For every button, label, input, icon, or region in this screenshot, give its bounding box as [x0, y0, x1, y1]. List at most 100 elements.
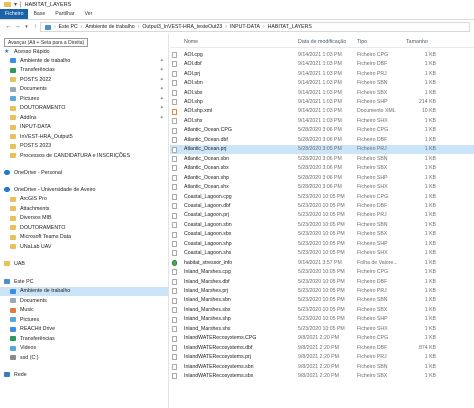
- breadcrumb[interactable]: › Este PC › Ambiente de trabalho › Outpu…: [40, 22, 470, 32]
- sidebar-item[interactable]: OneDrive - Personal: [0, 168, 168, 178]
- sidebar-item[interactable]: Transferências: [0, 334, 168, 344]
- sidebar-item[interactable]: Ambiente de trabalho ✦: [0, 56, 168, 66]
- column-header-size[interactable]: Tamanho: [406, 39, 428, 45]
- file-row[interactable]: AOI.sbx 9/14/2021 1:03 PM Ficheiro SBX 1 KB: [170, 88, 474, 97]
- sidebar-item[interactable]: Rede: [0, 370, 168, 380]
- sidebar-item[interactable]: POSTS 2022 ✦: [0, 75, 168, 85]
- file-row[interactable]: Atlantic_Ocean.CPG 5/28/2020 3:06 PM Fiche…: [170, 126, 474, 135]
- quick-access-dropdown-icon[interactable]: ▾: [14, 2, 17, 8]
- file-date: 9/14/2021 1:03 PM: [298, 99, 342, 106]
- file-type: Ficheiro SHX: [357, 117, 388, 124]
- file-size: 10 KB: [421, 108, 436, 115]
- recent-dropdown-icon[interactable]: ▾: [22, 24, 31, 30]
- sidebar-item[interactable]: INPUT-DATA: [0, 123, 168, 133]
- file-row[interactable]: InlandWATERecosystems.sbx 9/8/2021 2:20 P…: [170, 371, 474, 380]
- sidebar-item[interactable]: AddIns ✦: [0, 113, 168, 123]
- chevron-right-icon[interactable]: ›: [263, 24, 265, 30]
- file-row[interactable]: Atlantic_Ocean.dbf 5/28/2020 3:06 PM Fiche…: [170, 135, 474, 144]
- sidebar-item[interactable]: Attachments: [0, 204, 168, 214]
- file-size: 1 KB: [424, 231, 436, 238]
- file-row[interactable]: Coastal_Lagoon.shp 5/23/2020 10:05 PM Fich…: [170, 239, 474, 248]
- sidebar-item[interactable]: InVEST-HRA_Output5: [0, 132, 168, 142]
- file-name: Coastal_Lagoon.prj: [184, 212, 229, 219]
- file-row[interactable]: Inland_Marshes.prj 5/23/2020 10:05 PM Fich…: [170, 286, 474, 295]
- sidebar-item[interactable]: DOUTORAMENTO ✦: [0, 104, 168, 114]
- tab-ficheiro[interactable]: Ficheiro: [0, 9, 29, 19]
- file-row[interactable]: Inland_Marshes.dbf 5/23/2020 10:05 PM Fich…: [170, 277, 474, 286]
- file-type: Ficheiro SHX: [357, 325, 388, 332]
- sidebar-item[interactable]: ArcGIS Pro: [0, 195, 168, 205]
- file-row[interactable]: AOI.shp 9/14/2021 1:03 PM Ficheiro SHP 214 …: [170, 97, 474, 106]
- file-row[interactable]: Inland_Marshes.sbn 5/23/2020 10:05 PM Fich…: [170, 296, 474, 305]
- file-row[interactable]: Atlantic_Ocean.shp 5/28/2020 3:06 PM Fiche…: [170, 173, 474, 182]
- file-date: 5/23/2020 10:05 PM: [298, 316, 345, 323]
- file-row[interactable]: InlandWATERecosystems.dbf 9/8/2021 2:20 P…: [170, 343, 474, 352]
- sidebar-item[interactable]: Pictures ✦: [0, 94, 168, 104]
- crumb-este-pc[interactable]: Este PC: [59, 24, 78, 30]
- folder-icon: [10, 134, 16, 140]
- sidebar-item[interactable]: Este PC: [0, 277, 168, 287]
- file-row[interactable]: Inland_Marshes.cpg 5/23/2020 10:05 PM Fich…: [170, 267, 474, 276]
- crumb-input-data[interactable]: INPUT-DATA: [230, 24, 260, 30]
- sidebar-item[interactable]: Ambiente de trabalho: [0, 286, 168, 297]
- column-header-name[interactable]: Nome: [184, 39, 198, 45]
- sidebar-item[interactable]: UNaLab UAV: [0, 242, 168, 252]
- chevron-right-icon[interactable]: ›: [81, 24, 83, 30]
- sidebar-item[interactable]: Diversos MIB: [0, 214, 168, 224]
- sidebar-item[interactable]: Documents: [0, 296, 168, 306]
- file-row[interactable]: Inland_Marshes.shx 5/23/2020 10:05 PM Fich…: [170, 324, 474, 333]
- chevron-right-icon[interactable]: ›: [54, 24, 56, 30]
- file-row[interactable]: Coastal_Lagoon.sbx 5/23/2020 10:05 PM Fich…: [170, 230, 474, 239]
- file-row[interactable]: Atlantic_Ocean.sbn 5/28/2020 3:06 PM Fiche…: [170, 154, 474, 163]
- file-row[interactable]: AOI.shx 9/14/2021 1:03 PM Ficheiro SHX 1 KB: [170, 116, 474, 125]
- file-row[interactable]: Coastal_Lagoon.dbf 5/23/2020 10:05 PM Fich…: [170, 201, 474, 210]
- file-row[interactable]: Atlantic_Ocean.shx 5/28/2020 3:06 PM Fiche…: [170, 182, 474, 191]
- sidebar-item[interactable]: Transferências ✦: [0, 66, 168, 76]
- sidebar-item[interactable]: Processos de CANDIDATURA e INSCRIÇÕES: [0, 151, 168, 161]
- file-row[interactable]: AOI.shp.xml 9/14/2021 1:03 PM Documento XM…: [170, 107, 474, 116]
- file-row[interactable]: InlandWATERecosystems.sbn 9/8/2021 2:20 P…: [170, 362, 474, 371]
- tab-partilhar[interactable]: Partilhar: [50, 9, 79, 19]
- tab-ver[interactable]: Ver: [80, 9, 98, 19]
- sidebar-item[interactable]: POSTS 2023: [0, 142, 168, 152]
- sidebar-item[interactable]: REACHit Drive: [0, 325, 168, 335]
- sidebar-item[interactable]: Pictures: [0, 315, 168, 325]
- file-row[interactable]: Coastal_Lagoon.sbn 5/23/2020 10:05 PM Fich…: [170, 220, 474, 229]
- file-row[interactable]: AOI.prj 9/14/2021 1:03 PM Ficheiro PRJ 1 KB: [170, 69, 474, 78]
- title-bar: ▾ | HABITAT_LAYERS: [0, 0, 474, 9]
- up-arrow-icon[interactable]: ↑: [31, 23, 40, 31]
- file-row[interactable]: Inland_Marshes.sbx 5/23/2020 10:05 PM Fich…: [170, 305, 474, 314]
- sidebar-item[interactable]: ssd (C:): [0, 353, 168, 363]
- crumb-ambiente-de-trabalho[interactable]: Ambiente de trabalho: [85, 24, 134, 30]
- file-row[interactable]: AOI.dbf 9/14/2021 1:03 PM Ficheiro DBF 1 KB: [170, 59, 474, 68]
- file-row[interactable]: habitat_stressor_info 9/14/2021 3:57 PM Fo…: [170, 258, 474, 267]
- folder-icon: [10, 77, 16, 83]
- back-arrow-icon[interactable]: ←: [4, 23, 13, 31]
- file-row[interactable]: AOI.cpg 9/14/2021 1:03 PM Ficheiro CPG 1 KB: [170, 50, 474, 59]
- sidebar-item[interactable]: Documents ✦: [0, 85, 168, 95]
- forward-arrow-icon[interactable]: →: [13, 23, 22, 31]
- file-row[interactable]: InlandWATERecosystems.prj 9/8/2021 2:20 P…: [170, 352, 474, 361]
- crumb-habitat-layers[interactable]: HABITAT_LAYERS: [268, 24, 312, 30]
- chevron-right-icon[interactable]: ›: [225, 24, 227, 30]
- file-row[interactable]: Coastal_Lagoon.cpg 5/23/2020 10:05 PM Fich…: [170, 192, 474, 201]
- file-row[interactable]: Coastal_Lagoon.shx 5/23/2020 10:05 PM Fich…: [170, 248, 474, 257]
- sidebar-item[interactable]: Music: [0, 306, 168, 316]
- sidebar-item[interactable]: OneDrive - Universidade de Aveiro: [0, 185, 168, 195]
- column-header-type[interactable]: Tipo: [357, 39, 367, 45]
- file-row[interactable]: Atlantic_Ocean.prj 5/28/2020 3:05 PM Fiche…: [170, 144, 474, 154]
- file-row[interactable]: AOI.sbn 9/14/2021 1:03 PM Ficheiro SBN 1 KB: [170, 78, 474, 87]
- file-size: 1 KB: [424, 70, 436, 77]
- sidebar-item[interactable]: UAB: [0, 259, 168, 269]
- column-header-date[interactable]: Data de modificação: [298, 39, 346, 45]
- file-row[interactable]: InlandWATERecosystems.CPG 9/8/2021 2:20 P…: [170, 334, 474, 343]
- sidebar-item[interactable]: DOUTORAMENTO: [0, 223, 168, 233]
- file-row[interactable]: Inland_Marshes.shp 5/23/2020 10:05 PM Fich…: [170, 315, 474, 324]
- crumb-output3[interactable]: Output3_InVEST-HRA_testeOut23: [142, 24, 222, 30]
- file-row[interactable]: Atlantic_Ocean.sbx 5/28/2020 3:06 PM Fiche…: [170, 163, 474, 172]
- sidebar-item[interactable]: Videos: [0, 344, 168, 354]
- tab-base[interactable]: Base: [28, 9, 50, 19]
- chevron-right-icon[interactable]: ›: [138, 24, 140, 30]
- sidebar-item[interactable]: Microsoft Teams Data: [0, 233, 168, 243]
- file-row[interactable]: Coastal_Lagoon.prj 5/23/2020 10:05 PM Fich…: [170, 211, 474, 220]
